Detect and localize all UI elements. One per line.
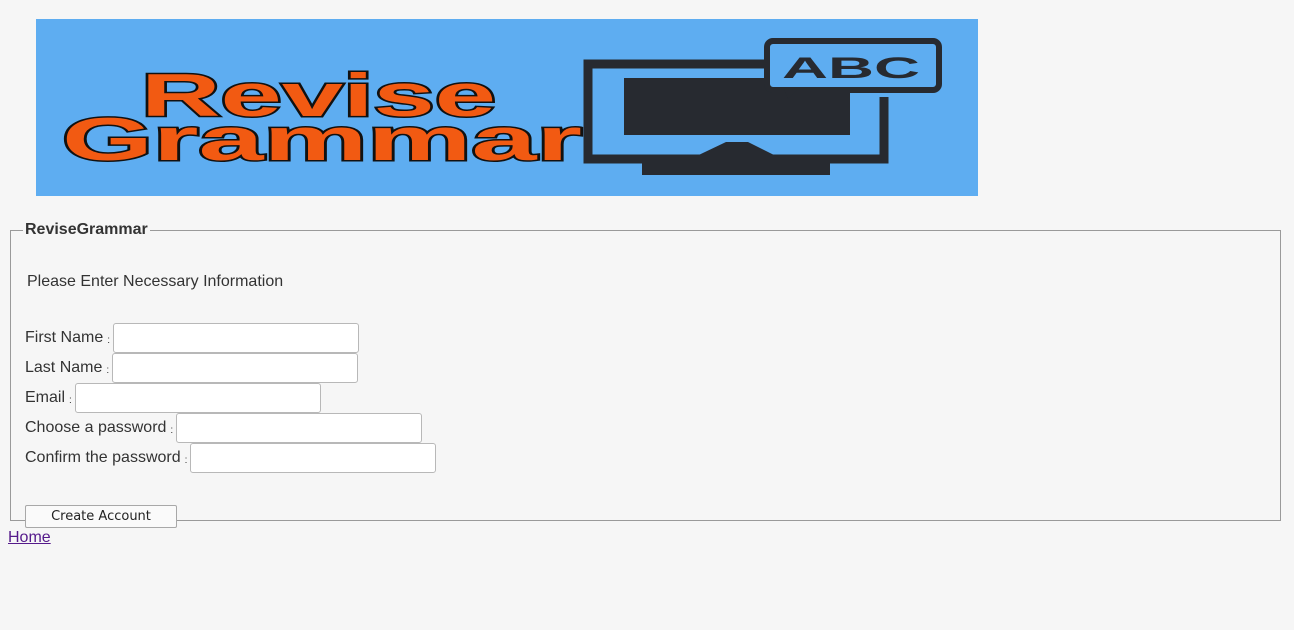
first-name-label: First Name: [25, 329, 104, 346]
password-row: Choose a password :: [25, 413, 423, 443]
last-name-input[interactable]: [112, 353, 359, 383]
create-account-button[interactable]: Create Account: [25, 505, 177, 528]
password-label: Choose a password: [25, 419, 167, 436]
last-name-label: Last Name: [25, 359, 103, 376]
home-link[interactable]: Home: [8, 529, 51, 547]
last-name-row: Last Name :: [25, 353, 359, 383]
email-row: Email :: [25, 383, 321, 413]
monitor-speech-bubble-icon: ABC: [583, 38, 942, 175]
fieldset-legend: ReviseGrammar: [25, 221, 148, 238]
logo-line-2: Grammar: [62, 106, 582, 173]
speech-bubble-text: ABC: [782, 52, 920, 85]
first-name-row: First Name :: [25, 323, 360, 353]
label-colon: :: [107, 334, 111, 346]
confirm-password-label: Confirm the password: [25, 449, 181, 466]
site-banner-logo: Revise Grammar ABC: [36, 19, 978, 196]
password-input[interactable]: [176, 413, 423, 443]
registration-fieldset: ReviseGrammar Please Enter Necessary Inf…: [10, 221, 1281, 528]
email-label: Email: [25, 389, 66, 406]
form-intro: Please Enter Necessary Information: [27, 273, 284, 290]
label-colon: :: [69, 394, 72, 406]
email-input[interactable]: [74, 383, 321, 413]
first-name-input[interactable]: [113, 323, 360, 353]
label-colon: :: [184, 454, 188, 466]
label-colon: :: [170, 424, 174, 436]
confirm-password-input[interactable]: [190, 443, 437, 473]
label-colon: :: [106, 364, 110, 376]
confirm-password-row: Confirm the password :: [25, 443, 437, 473]
